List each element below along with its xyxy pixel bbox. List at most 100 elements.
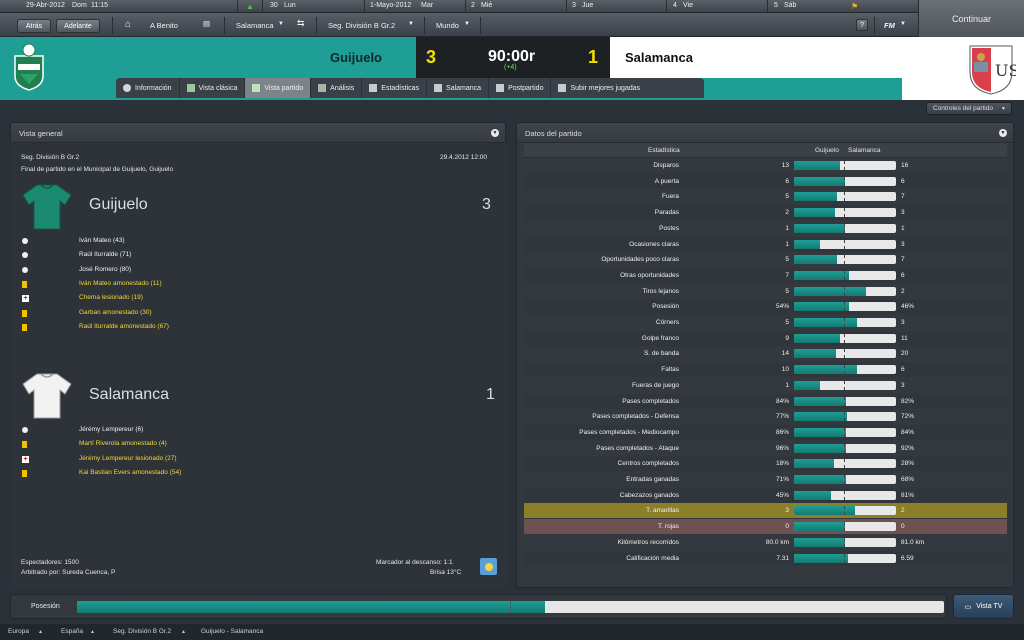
stat-bar xyxy=(794,412,896,422)
breadcrumb-up-icon[interactable]: ▲ xyxy=(38,629,43,635)
tab-estadisticas[interactable]: Estadísticas xyxy=(362,78,428,98)
stat-bar-fill xyxy=(794,286,867,296)
tab-label: Subir mejores jugadas xyxy=(570,84,641,92)
weather: Brisa 13°C xyxy=(430,569,462,576)
breadcrumb-up-icon[interactable]: ▲ xyxy=(90,629,95,635)
calendar-day-3[interactable]: 2 xyxy=(471,2,475,9)
tab-salamanca[interactable]: Salamanca xyxy=(427,78,490,98)
stat-label: Tiros lejanos xyxy=(642,287,679,295)
tab-informacion[interactable]: Información xyxy=(116,78,180,98)
overview-home-name[interactable]: Guijuelo xyxy=(89,196,148,214)
forward-button[interactable]: Adelante xyxy=(56,19,100,33)
possession-midline xyxy=(510,601,511,613)
away-event[interactable]: Jérémy Lempereur lesionado (27) xyxy=(79,455,177,462)
breadcrumb-competition[interactable]: Seg. División B Gr.2 xyxy=(113,628,171,635)
home-team-name[interactable]: Guijuelo xyxy=(330,50,382,65)
home-event[interactable]: Chema lesionado (19) xyxy=(79,294,143,301)
back-button[interactable]: Atrás xyxy=(17,19,51,33)
calendar-day-5[interactable]: 4 xyxy=(673,2,677,9)
stat-home-value: 0 xyxy=(785,523,789,531)
stat-away-value: 3 xyxy=(901,209,905,217)
calendar-day-5-sub: Vie xyxy=(683,2,693,9)
stat-home-value: 1 xyxy=(785,240,789,248)
stat-away-value: 81% xyxy=(901,491,915,499)
away-team-name[interactable]: Salamanca xyxy=(625,50,693,65)
tab-postpartido[interactable]: Postpartido xyxy=(489,78,552,98)
stat-away-value: 3 xyxy=(901,240,905,248)
stat-bar-fill xyxy=(794,208,835,218)
away-event[interactable]: Jérémy Lempereur (6) xyxy=(79,426,143,433)
calendar-day-6[interactable]: 5 xyxy=(774,2,778,9)
stats-menu-chevron-icon[interactable]: ▼ xyxy=(999,129,1007,137)
club-menu[interactable]: Salamanca xyxy=(236,21,274,30)
home-shirt-icon xyxy=(22,184,72,230)
stat-away-value: 6 xyxy=(901,366,905,374)
stat-bar xyxy=(794,270,896,280)
home-event[interactable]: José Romero (80) xyxy=(79,266,131,273)
home-event[interactable]: Iván Mateo amonestado (11) xyxy=(79,280,162,287)
tab-vista-clasica[interactable]: Vista clásica xyxy=(180,78,246,98)
stat-bar-fill xyxy=(794,333,840,343)
home-event[interactable]: Garban amonestado (30) xyxy=(79,309,152,316)
tab-subir-mejores-jugadas[interactable]: Subir mejores jugadas xyxy=(551,78,647,98)
breadcrumb-europa[interactable]: Europa xyxy=(8,628,29,635)
stat-label: Oportunidades poco claras xyxy=(601,256,679,264)
stat-bar-fill xyxy=(794,192,837,202)
chevron-down-icon: ▼ xyxy=(1001,105,1006,112)
stat-label: Calificación media xyxy=(626,554,679,562)
overview-description: Final de partido en el Municipal de Guij… xyxy=(21,166,174,173)
referee[interactable]: Arbitrado por: Sureda Cuenca, P xyxy=(21,569,115,576)
home-event[interactable]: Raúl Iturralde amonestado (67) xyxy=(79,323,169,330)
inbox-icon[interactable]: ▤ xyxy=(203,19,210,28)
stat-bar-fill xyxy=(794,302,850,312)
home-event[interactable]: Raúl Iturralde (71) xyxy=(79,251,131,258)
stat-bar-fill xyxy=(794,176,845,186)
yellow-card-icon xyxy=(22,441,27,449)
stat-label: Ocasiones claras xyxy=(629,240,679,248)
overview-competition[interactable]: Seg. División B Gr.2 xyxy=(21,154,79,161)
breadcrumb-match[interactable]: Guijuelo - Salamanca xyxy=(201,628,263,635)
stat-label: Disparos xyxy=(653,162,679,169)
stat-home-value: 1 xyxy=(785,224,789,232)
stat-away-value: 2 xyxy=(901,507,905,515)
match-controls-dropdown[interactable]: Controles del partido ▼ xyxy=(926,102,1012,115)
overview-away-name[interactable]: Salamanca xyxy=(89,386,169,404)
tab-label: Análisis xyxy=(330,84,355,92)
calendar-day-2[interactable]: 1-Mayo-2012 xyxy=(370,2,411,9)
home-icon[interactable]: ⌂ xyxy=(125,19,131,30)
col-stat: Estadística xyxy=(648,147,680,154)
away-event[interactable]: Kai Bastian Evers amonestado (54) xyxy=(79,469,181,476)
stat-bar-fill xyxy=(794,223,845,233)
stat-away-value: 2 xyxy=(901,287,905,295)
away-shirt-icon xyxy=(22,373,72,419)
fm-menu[interactable]: FM xyxy=(884,21,895,30)
calendar-day-1[interactable]: 30 xyxy=(270,2,278,9)
breadcrumb-up-icon[interactable]: ▲ xyxy=(181,629,186,635)
manager-menu[interactable]: A Benito xyxy=(150,21,178,30)
swap-icon[interactable]: ⇆ xyxy=(297,18,305,29)
breadcrumb-espana[interactable]: España xyxy=(61,628,83,635)
stat-label: Fuera xyxy=(662,193,679,201)
tab-vista-partido[interactable]: Vista partido xyxy=(245,78,312,98)
stat-bar xyxy=(794,522,896,532)
stat-label: Centros completados xyxy=(617,460,679,468)
competition-menu[interactable]: Seg. División B Gr.2 xyxy=(328,21,395,30)
tv-view-button[interactable]: ▭ Vista TV xyxy=(953,594,1014,619)
overview-menu-chevron-icon[interactable]: ▼ xyxy=(491,129,499,137)
stat-bar-midline xyxy=(844,270,845,280)
stat-home-value: 3 xyxy=(785,507,789,515)
stat-row: Córners 5 3 xyxy=(524,315,1007,330)
stat-away-value: 82% xyxy=(901,397,915,405)
stat-bar-midline xyxy=(844,255,845,265)
calendar-day-4[interactable]: 3 xyxy=(572,2,576,9)
tab-label: Postpartido xyxy=(508,84,544,92)
stat-label: T. rojas xyxy=(658,523,679,531)
world-menu[interactable]: Mundo xyxy=(436,21,459,30)
tab-analisis[interactable]: Análisis xyxy=(311,78,363,98)
continue-button[interactable]: Continuar xyxy=(918,0,1024,37)
stat-away-value: 6.59 xyxy=(901,554,914,562)
help-button[interactable]: ? xyxy=(856,19,868,31)
away-event[interactable]: Martí Riverola amonestado (4) xyxy=(79,440,167,447)
world-chevron-icon: ▼ xyxy=(464,21,470,27)
home-event[interactable]: Iván Mateo (43) xyxy=(79,237,125,244)
